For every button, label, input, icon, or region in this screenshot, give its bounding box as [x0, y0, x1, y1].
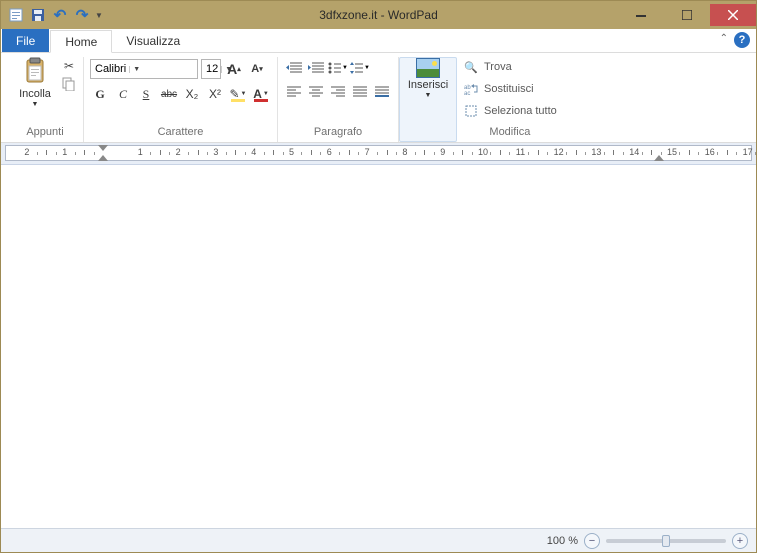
align-right-button[interactable]: [328, 83, 348, 101]
paste-button[interactable]: Incolla ▼: [13, 57, 57, 108]
replace-icon: abac: [463, 82, 479, 96]
select-all-button[interactable]: Seleziona tutto: [463, 101, 557, 121]
help-icon[interactable]: ?: [734, 32, 750, 48]
document-area[interactable]: [1, 165, 756, 528]
font-name-combo[interactable]: Calibri▼: [90, 59, 198, 79]
ribbon-tabs: File Home Visualizza ⌃ ?: [1, 29, 756, 53]
line-spacing-button[interactable]: ▼: [350, 59, 370, 77]
zoom-in-button[interactable]: +: [732, 533, 748, 549]
font-size-combo[interactable]: 12▼: [201, 59, 221, 79]
align-left-button[interactable]: [284, 83, 304, 101]
cut-icon[interactable]: ✂: [61, 59, 77, 73]
bold-button[interactable]: G: [90, 85, 110, 103]
tab-file[interactable]: File: [2, 29, 49, 52]
paste-caret-icon: ▼: [32, 101, 39, 108]
tab-home[interactable]: Home: [50, 30, 112, 53]
align-center-button[interactable]: [306, 83, 326, 101]
group-editing-label: Modifica: [489, 124, 530, 142]
find-button[interactable]: 🔍Trova: [463, 57, 512, 77]
paste-label: Incolla: [19, 88, 51, 100]
redo-icon[interactable]: ↷: [73, 6, 91, 24]
group-paragraph-label: Paragrafo: [314, 124, 362, 142]
titlebar: ↶ ↷ ▼ 3dfxzone.it - WordPad: [1, 1, 756, 29]
ruler[interactable]: 211234567891011121314151617: [5, 145, 752, 161]
quick-access-toolbar: ↶ ↷ ▼: [1, 6, 103, 24]
collapse-ribbon-icon[interactable]: ⌃: [720, 33, 728, 44]
picture-icon: [416, 58, 440, 78]
close-button[interactable]: [710, 4, 756, 26]
copy-icon[interactable]: [61, 77, 77, 91]
group-editing: 🔍Trova abacSostituisci Seleziona tutto M…: [457, 57, 563, 142]
zoom-slider[interactable]: [606, 539, 726, 543]
group-clipboard: Incolla ▼ ✂ Appunti: [7, 57, 84, 142]
find-icon: 🔍: [463, 60, 479, 74]
underline-button[interactable]: S: [136, 85, 156, 103]
outdent-button[interactable]: [284, 59, 304, 77]
zoom-out-button[interactable]: −: [584, 533, 600, 549]
qat-dropdown-icon[interactable]: ▼: [95, 11, 103, 20]
insert-picture-button[interactable]: Inserisci ▼: [406, 58, 450, 99]
zoom-value: 100 %: [547, 535, 578, 547]
font-color-button[interactable]: A▼: [251, 85, 271, 103]
group-clipboard-label: Appunti: [26, 124, 63, 142]
italic-button[interactable]: C: [113, 85, 133, 103]
right-margin-marker[interactable]: [654, 155, 664, 161]
indent-button[interactable]: [306, 59, 326, 77]
indent-bottom-marker[interactable]: [98, 155, 108, 161]
save-icon[interactable]: [29, 6, 47, 24]
justify-button[interactable]: [350, 83, 370, 101]
paragraph-dialog-button[interactable]: [372, 83, 392, 101]
group-insert: Inserisci ▼ .: [399, 57, 457, 142]
group-font: Calibri▼ 12▼ A▴ A▾ G C S abc X₂ X² ✎▼ A▼…: [84, 57, 278, 142]
svg-text:ac: ac: [464, 91, 470, 95]
ruler-area: 211234567891011121314151617: [1, 143, 756, 165]
minimize-button[interactable]: [618, 4, 664, 26]
app-icon[interactable]: [7, 6, 25, 24]
tab-view[interactable]: Visualizza: [112, 29, 194, 52]
insert-caret-icon: ▼: [425, 92, 432, 99]
undo-icon[interactable]: ↶: [51, 6, 69, 24]
ribbon: Incolla ▼ ✂ Appunti Calibri▼ 12▼ A▴: [1, 53, 756, 143]
indent-top-marker[interactable]: [98, 145, 108, 151]
group-font-label: Carattere: [158, 124, 204, 142]
bullets-button[interactable]: ▼: [328, 59, 348, 77]
insert-label: Inserisci: [408, 79, 448, 91]
highlight-button[interactable]: ✎▼: [228, 85, 248, 103]
select-all-icon: [463, 104, 479, 118]
zoom-slider-thumb[interactable]: [662, 535, 670, 547]
statusbar: 100 % − +: [1, 528, 756, 552]
superscript-button[interactable]: X²: [205, 85, 225, 103]
shrink-font-icon[interactable]: A▾: [247, 60, 267, 78]
subscript-button[interactable]: X₂: [182, 85, 202, 103]
strike-button[interactable]: abc: [159, 85, 179, 103]
replace-button[interactable]: abacSostituisci: [463, 79, 534, 99]
maximize-button[interactable]: [664, 4, 710, 26]
grow-font-icon[interactable]: A▴: [224, 60, 244, 78]
group-paragraph: ▼ ▼ Paragrafo: [278, 57, 399, 142]
